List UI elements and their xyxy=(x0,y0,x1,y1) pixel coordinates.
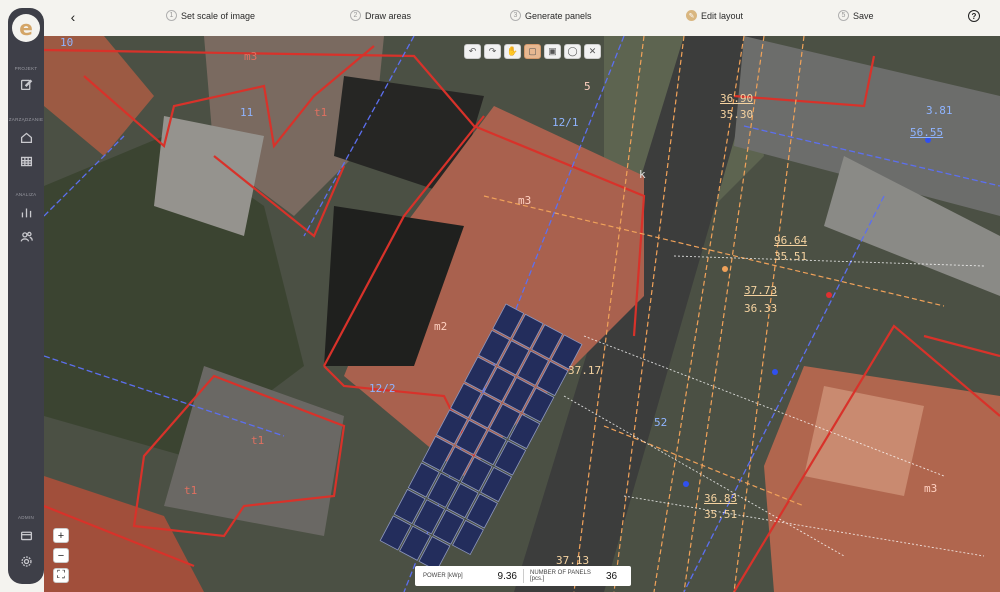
map-label: 12/1 xyxy=(552,116,579,129)
status-bar: POWER [kWp] 9.36 NUMBER OF PANELS [pcs.]… xyxy=(415,566,631,586)
map-label: 37.17 xyxy=(568,364,602,377)
step-number: 5 xyxy=(838,10,849,21)
back-arrow-icon[interactable]: ‹ xyxy=(64,8,82,26)
map-label: 37.73 xyxy=(744,284,778,297)
settings-icon[interactable] xyxy=(17,552,35,570)
map-label: 36.90 xyxy=(720,92,754,105)
map-label: m2 xyxy=(434,320,448,333)
map-label: 52 xyxy=(654,416,668,429)
aerial-map-canvas[interactable]: m3 11 t1 12/1 k m3 m2 12/2 t1 t1 52 m3 5… xyxy=(44,36,1000,592)
app-root: e PROJEKT ZARZĄDZANIE ANALIZA ADMIN ‹ 1 … xyxy=(0,0,1000,592)
stepper-bar: ‹ 1 Set scale of image 2 Draw areas 3 Ge… xyxy=(44,0,1000,36)
map-label: 35.51 xyxy=(774,250,808,263)
redo-icon[interactable]: ↷ xyxy=(484,44,501,59)
step-label: Save xyxy=(853,10,874,21)
card-icon[interactable] xyxy=(17,526,35,544)
undo-icon[interactable]: ↶ xyxy=(464,44,481,59)
step-draw-areas[interactable]: 2 Draw areas xyxy=(350,10,411,21)
chart-icon[interactable] xyxy=(17,203,35,221)
map-label: t1 xyxy=(314,106,328,119)
map-label: 3.81 xyxy=(926,104,953,117)
logo[interactable]: e xyxy=(12,14,40,42)
map-label: 10 xyxy=(60,36,74,49)
map-label: 56.55 xyxy=(910,126,944,139)
help-icon[interactable]: ? xyxy=(968,10,980,22)
pencil-icon: ✎ xyxy=(686,10,697,21)
edit-icon[interactable] xyxy=(17,75,35,93)
circle-icon[interactable]: ◯ xyxy=(564,44,581,59)
map-label: m3 xyxy=(518,194,532,207)
map-label: 96.64 xyxy=(774,234,808,247)
map-label: 12/2 xyxy=(369,382,396,395)
users-icon[interactable] xyxy=(17,227,35,245)
power-value: 9.36 xyxy=(497,570,517,582)
step-label: Edit layout xyxy=(701,10,744,21)
step-label: Draw areas xyxy=(365,10,412,21)
grid-icon[interactable] xyxy=(17,152,35,170)
zoom-out-button[interactable]: − xyxy=(53,548,69,563)
select-icon[interactable]: ▢ xyxy=(524,44,541,59)
panels-count-value: 36 xyxy=(606,570,618,582)
hand-icon[interactable]: ✋ xyxy=(504,44,521,59)
fit-to-screen-icon[interactable]: ⛶ xyxy=(53,568,69,583)
map-label: 36.33 xyxy=(744,302,778,315)
section-label-analysis: ANALIZA xyxy=(15,192,37,197)
zoom-in-button[interactable]: + xyxy=(53,528,69,543)
map-label: 36.83 xyxy=(704,492,738,505)
map-label: k xyxy=(639,168,646,181)
aerial-image xyxy=(44,36,1000,592)
step-edit-layout[interactable]: ✎ Edit layout xyxy=(686,10,743,21)
home-icon[interactable] xyxy=(17,128,35,146)
panels-count-label: NUMBER OF PANELS [pcs.] xyxy=(530,570,591,582)
map-label: t1 xyxy=(251,434,265,447)
step-label: Generate panels xyxy=(525,10,592,21)
section-label-catalog: ZARZĄDZANIE xyxy=(8,117,44,122)
section-label-admin: ADMIN xyxy=(18,515,34,520)
map-label: m3 xyxy=(244,50,258,63)
power-label: POWER [kWp] xyxy=(423,573,463,579)
step-set-scale[interactable]: 1 Set scale of image xyxy=(166,10,255,21)
panel-icon[interactable]: ▣ xyxy=(544,44,561,59)
sidebar: e PROJEKT ZARZĄDZANIE ANALIZA ADMIN xyxy=(8,8,44,584)
step-number: 2 xyxy=(350,10,361,21)
map-label: 11 xyxy=(240,106,254,119)
map-label: t1 xyxy=(184,484,198,497)
map-label: 35.30 xyxy=(720,108,754,121)
drawing-toolbar: ↶ ↷ ✋ ▢ ▣ ◯ ✕ xyxy=(464,44,601,59)
map-label: 35.51 xyxy=(704,508,738,521)
section-label-project: PROJEKT xyxy=(14,66,38,71)
step-number: 3 xyxy=(510,10,521,21)
map-label: m3 xyxy=(924,482,938,495)
step-label: Set scale of image xyxy=(181,10,256,21)
close-icon[interactable]: ✕ xyxy=(584,44,601,59)
step-generate-panels[interactable]: 3 Generate panels xyxy=(510,10,592,21)
step-number: 1 xyxy=(166,10,177,21)
map-label: 5 xyxy=(584,80,591,93)
step-save[interactable]: 5 Save xyxy=(838,10,874,21)
